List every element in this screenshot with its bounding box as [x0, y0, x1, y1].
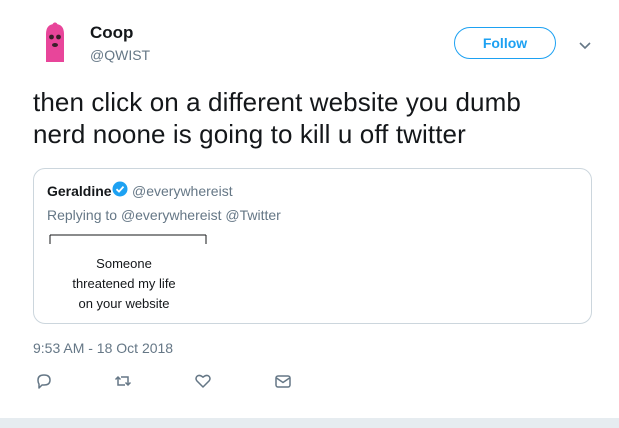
quoted-author-handle: @everywhereist	[132, 183, 233, 199]
verified-badge-icon	[112, 181, 128, 197]
quoted-text-line: on your website	[78, 296, 170, 311]
quoted-text-line: threatened my life	[72, 276, 176, 291]
notes-divider	[49, 232, 207, 244]
envelope-icon[interactable]	[274, 372, 292, 390]
replying-to-line: Replying to @everywhereist @Twitter	[47, 207, 281, 223]
quoted-image-text: Someone threatened my life on your websi…	[49, 254, 199, 314]
bottom-divider	[0, 418, 619, 428]
heart-icon[interactable]	[194, 372, 212, 390]
avatar[interactable]	[35, 22, 75, 64]
tweet-text-line: then click on a different website you du…	[33, 87, 521, 117]
replying-to-prefix: Replying to	[47, 207, 118, 223]
retweet-icon[interactable]	[114, 372, 132, 390]
tweet-text: then click on a different website you du…	[33, 86, 593, 150]
tweet-text-line: nerd noone is going to kill u off twitte…	[33, 119, 466, 149]
replying-to-link[interactable]: @Twitter	[225, 207, 280, 223]
chevron-down-icon[interactable]	[578, 38, 592, 50]
author-handle[interactable]: @QWIST	[90, 47, 150, 63]
quoted-author-name: Geraldine	[47, 183, 112, 199]
replying-to-link[interactable]: @everywhereist	[121, 207, 222, 223]
reply-icon[interactable]	[35, 372, 53, 390]
tweet-card: Coop @QWIST Follow then click on a diffe…	[0, 0, 619, 418]
quoted-text-line: Someone	[96, 256, 152, 271]
follow-button[interactable]: Follow	[454, 27, 556, 59]
quoted-tweet[interactable]: Geraldine @everywhereist Replying to @ev…	[33, 168, 592, 324]
tweet-timestamp[interactable]: 9:53 AM - 18 Oct 2018	[33, 340, 173, 356]
author-name[interactable]: Coop	[90, 23, 133, 43]
